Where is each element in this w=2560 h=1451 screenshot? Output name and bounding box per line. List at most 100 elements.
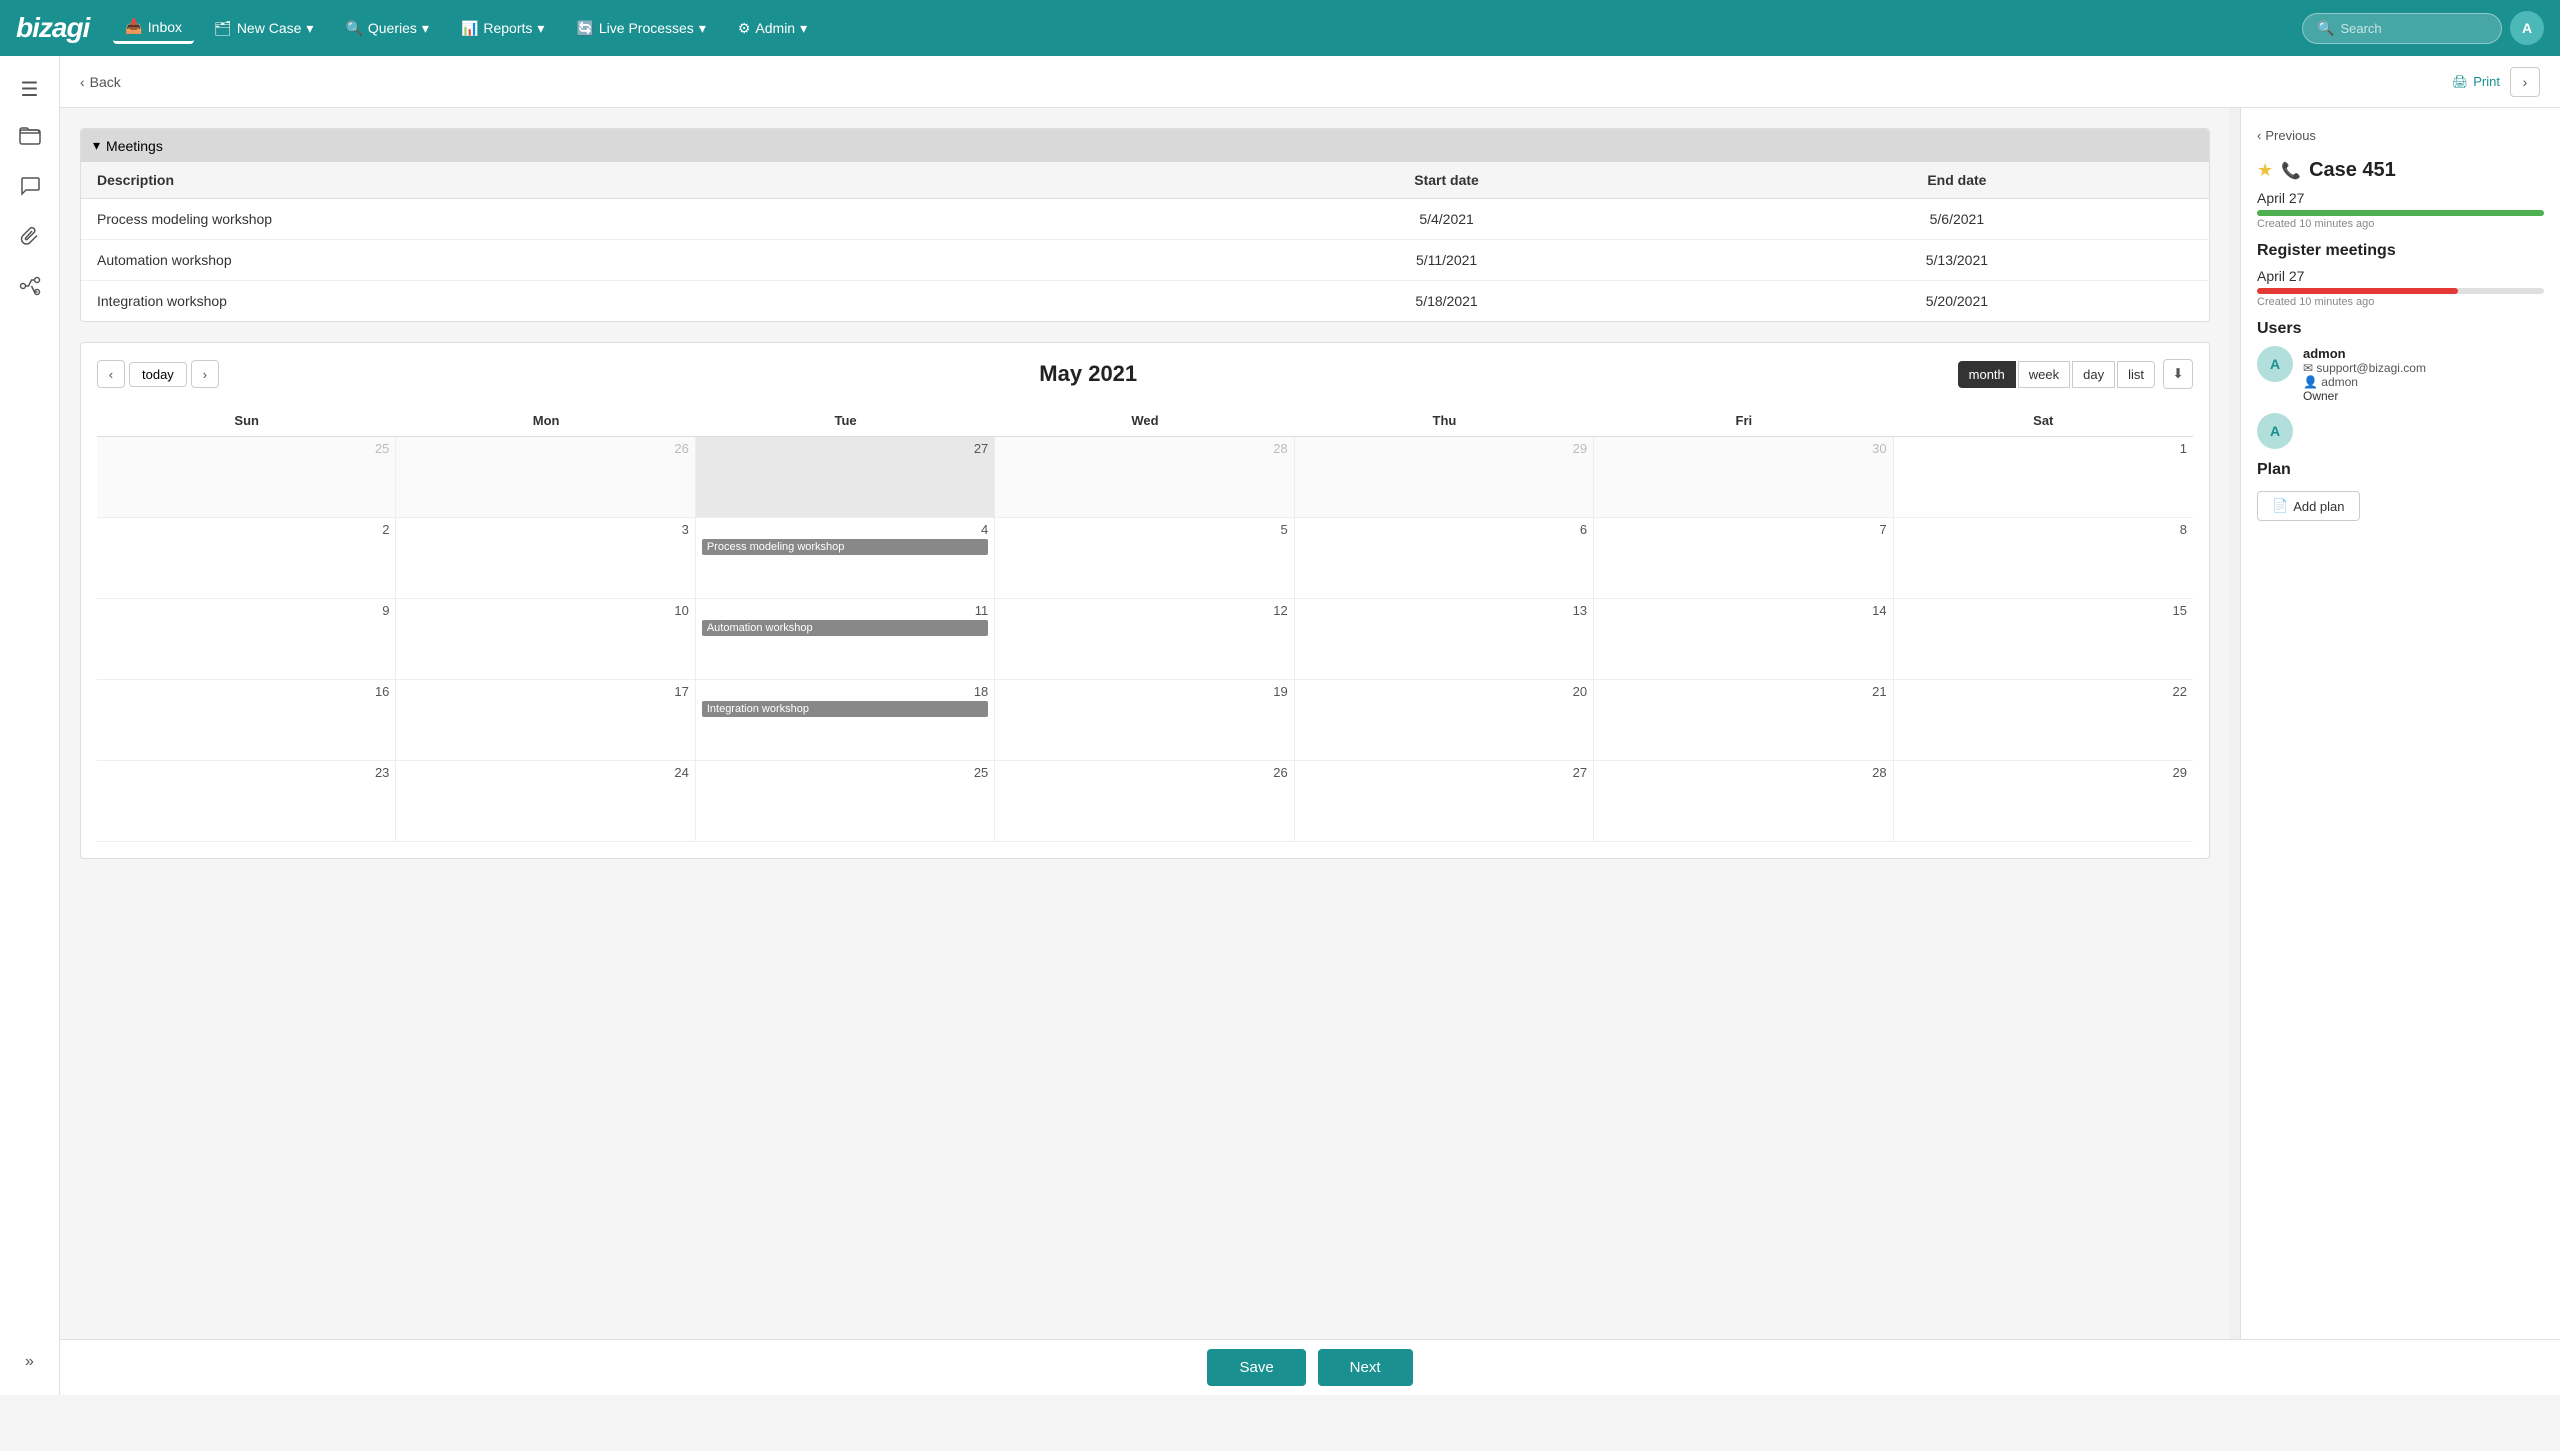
calendar-cell[interactable]: 28	[1594, 761, 1893, 841]
case-title-row: ★ 📞 Case 451	[2257, 159, 2544, 182]
sidebar: ☰	[0, 56, 60, 1395]
left-panel: ▾ Meetings Description Start date End da…	[60, 108, 2230, 1339]
sidebar-item-folder[interactable]	[9, 118, 51, 160]
download-icon: ⬇	[2172, 366, 2183, 382]
admin-nav-icon: ⚙	[738, 20, 751, 37]
calendar-cell[interactable]: 2	[97, 518, 396, 598]
back-chevron-icon: ‹	[80, 74, 85, 90]
nav-reports[interactable]: 📊 Reports ▾	[449, 14, 557, 43]
user-avatar[interactable]: A	[2510, 11, 2544, 45]
calendar-today-button[interactable]: today	[129, 362, 187, 387]
view-month-button[interactable]: month	[1958, 361, 2016, 388]
nav-queries[interactable]: 🔍 Queries ▾	[333, 14, 441, 43]
calendar-toolbar: ‹ today › May 2021 month week day list	[97, 359, 2193, 389]
calendar-cell[interactable]: 8	[1894, 518, 2193, 598]
back-button[interactable]: ‹ Back	[80, 74, 121, 90]
app-body: ☰	[0, 56, 2560, 1395]
calendar-cell[interactable]: 14	[1594, 599, 1893, 679]
sidebar-expand-button[interactable]: »	[9, 1341, 51, 1383]
calendar-cell[interactable]: 27	[696, 437, 995, 517]
calendar-cell[interactable]: 17	[396, 680, 695, 760]
calendar-cell[interactable]: 26	[396, 437, 695, 517]
calendar-cell[interactable]: 22	[1894, 680, 2193, 760]
calendar-cell[interactable]: 27	[1295, 761, 1594, 841]
calendar-cell[interactable]: 3	[396, 518, 695, 598]
admin-dropdown-icon: ▾	[800, 20, 807, 37]
calendar-next-button[interactable]: ›	[191, 360, 219, 388]
calendar-cell[interactable]: 29	[1894, 761, 2193, 841]
previous-button[interactable]: ‹ Previous	[2257, 124, 2316, 147]
sidebar-item-workflow[interactable]	[9, 268, 51, 310]
calendar-cell[interactable]: 29	[1295, 437, 1594, 517]
calendar-cell[interactable]: 10	[396, 599, 695, 679]
calendar-cell[interactable]: 7	[1594, 518, 1893, 598]
save-button[interactable]: Save	[1207, 1349, 1305, 1386]
calendar-cell[interactable]: 5	[995, 518, 1294, 598]
calendar-event[interactable]: Integration workshop	[702, 701, 988, 717]
plan-title: Plan	[2257, 461, 2544, 479]
scroll-right-button[interactable]: ›	[2510, 67, 2540, 97]
live-processes-dropdown-icon: ▾	[699, 20, 706, 37]
calendar-cell[interactable]: 21	[1594, 680, 1893, 760]
calendar-cell[interactable]: 15	[1894, 599, 2193, 679]
nav-live-processes[interactable]: 🔄 Live Processes ▾	[564, 14, 717, 43]
search-input[interactable]	[2340, 21, 2487, 36]
collapse-icon[interactable]: ▾	[93, 137, 100, 154]
nav-inbox[interactable]: 📥 Inbox	[113, 12, 194, 44]
calendar-cell[interactable]: 1	[1894, 437, 2193, 517]
view-day-button[interactable]: day	[2072, 361, 2115, 388]
next-button[interactable]: Next	[1318, 1349, 1413, 1386]
sidebar-item-chat[interactable]	[9, 168, 51, 210]
view-list-button[interactable]: list	[2117, 361, 2155, 388]
calendar-date-number: 13	[1301, 603, 1587, 618]
print-button[interactable]: 🖨 Print	[2452, 74, 2500, 90]
calendar-download-button[interactable]: ⬇	[2163, 359, 2193, 389]
meetings-section: ▾ Meetings Description Start date End da…	[80, 128, 2210, 322]
live-processes-nav-icon: 🔄	[576, 20, 593, 37]
calendar-cell[interactable]: 25	[696, 761, 995, 841]
sidebar-item-inbox[interactable]: ☰	[9, 68, 51, 110]
nav-admin[interactable]: ⚙ Admin ▾	[726, 14, 819, 43]
calendar-day-name: Sat	[1894, 405, 2193, 436]
calendar-cell[interactable]: 25	[97, 437, 396, 517]
meetings-table: Description Start date End date Process …	[81, 162, 2209, 321]
calendar-cell[interactable]: 9	[97, 599, 396, 679]
meeting-end-date: 5/13/2021	[1705, 240, 2209, 281]
calendar-cell[interactable]: 28	[995, 437, 1294, 517]
calendar-date-number: 14	[1600, 603, 1886, 618]
calendar-date-number: 15	[1900, 603, 2187, 618]
calendar-cell[interactable]: 16	[97, 680, 396, 760]
meetings-title: Meetings	[106, 138, 163, 154]
calendar-cell[interactable]: 30	[1594, 437, 1893, 517]
reports-dropdown-icon: ▾	[537, 20, 544, 37]
search-bar[interactable]: 🔍	[2302, 13, 2502, 44]
view-week-button[interactable]: week	[2018, 361, 2070, 388]
calendar-cell[interactable]: 13	[1295, 599, 1594, 679]
calendar-event[interactable]: Process modeling workshop	[702, 539, 988, 555]
calendar-cell[interactable]: 18Integration workshop	[696, 680, 995, 760]
calendar-date-number: 8	[1900, 522, 2187, 537]
calendar-prev-button[interactable]: ‹	[97, 360, 125, 388]
nav-new-case[interactable]: 🗂 New Case ▾	[202, 14, 325, 43]
user-row: A admon ✉ support@bizagi.com 👤 admon Own…	[2257, 346, 2544, 403]
calendar-cell[interactable]: 24	[396, 761, 695, 841]
content-area: ▾ Meetings Description Start date End da…	[60, 108, 2560, 1339]
progress-bar-red	[2257, 288, 2458, 294]
queries-dropdown-icon: ▾	[422, 20, 429, 37]
calendar-cell[interactable]: 26	[995, 761, 1294, 841]
sidebar-item-attachment[interactable]	[9, 218, 51, 260]
calendar-cell[interactable]: 19	[995, 680, 1294, 760]
calendar-cell[interactable]: 20	[1295, 680, 1594, 760]
user-email: ✉ support@bizagi.com	[2303, 361, 2426, 375]
calendar-date-number: 25	[702, 765, 988, 780]
calendar-cell[interactable]: 23	[97, 761, 396, 841]
calendar-cell[interactable]: 4Process modeling workshop	[696, 518, 995, 598]
add-plan-button[interactable]: 📄 Add plan	[2257, 491, 2360, 521]
calendar-event[interactable]: Automation workshop	[702, 620, 988, 636]
calendar-cell[interactable]: 11Automation workshop	[696, 599, 995, 679]
meeting-description: Integration workshop	[81, 281, 1188, 322]
phone-icon[interactable]: 📞	[2281, 161, 2301, 181]
calendar-cell[interactable]: 12	[995, 599, 1294, 679]
star-icon[interactable]: ★	[2257, 160, 2273, 181]
calendar-cell[interactable]: 6	[1295, 518, 1594, 598]
